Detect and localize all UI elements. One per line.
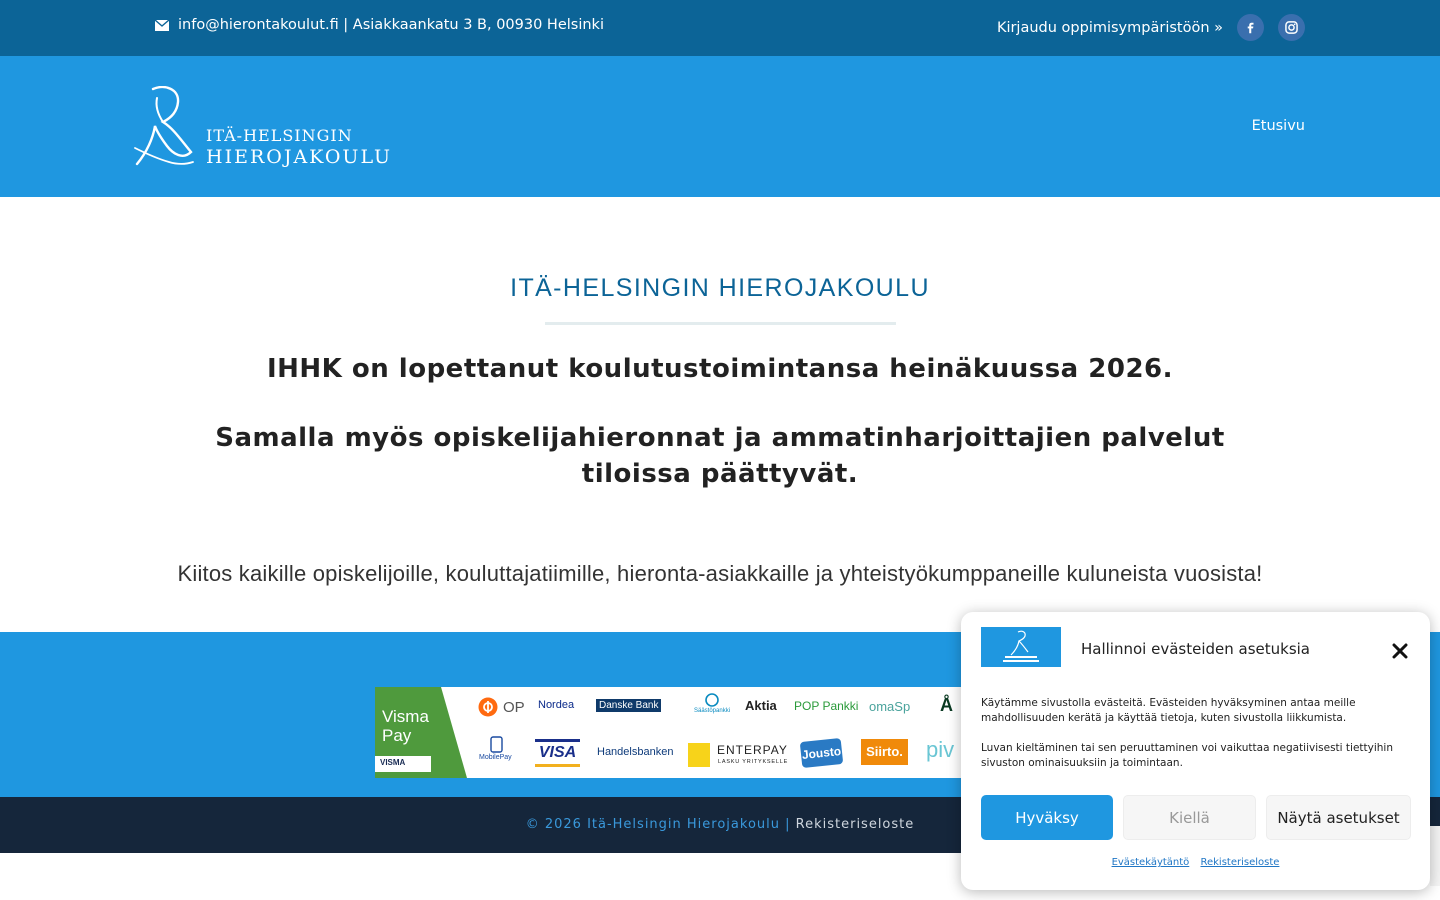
- bank-omasp: omaSp: [869, 699, 911, 714]
- cookie-description: Käytämme sivustolla evästeitä. Evästeide…: [981, 697, 1356, 724]
- top-bar: info@hierontakoulut.fi | Asiakkaankatu 3…: [0, 0, 1440, 56]
- cookie-register-link[interactable]: Rekisteriseloste: [1200, 857, 1279, 868]
- mobilepay-logo-icon: [490, 736, 503, 753]
- logo-figure-icon: [134, 86, 194, 166]
- payment-mobilepay: MobilePay: [479, 754, 512, 761]
- payment-visa: VISA: [535, 739, 580, 767]
- accept-button[interactable]: Hyväksy: [981, 795, 1113, 840]
- cookie-warning: Luvan kieltäminen tai sen peruuttaminen …: [981, 742, 1394, 769]
- bank-aktia: Aktia: [745, 698, 777, 713]
- login-link[interactable]: Kirjaudu oppimisympäristöön »: [997, 20, 1223, 36]
- close-icon[interactable]: [1389, 640, 1411, 662]
- site-logo[interactable]: ITÄ-HELSINGIN HIEROJAKOULU: [133, 86, 423, 171]
- bank-saastopankki: Säästöpankki: [694, 708, 731, 714]
- instagram-icon: [1285, 21, 1298, 34]
- op-logo-icon: [478, 697, 498, 717]
- bank-op: OP: [503, 699, 525, 716]
- saastopankki-logo-icon: [705, 693, 719, 707]
- contact-text: info@hierontakoulut.fi | Asiakkaankatu 3…: [178, 17, 604, 33]
- logo-figure-icon: [1003, 630, 1039, 662]
- visma-tag: VISMA: [380, 758, 406, 767]
- cookie-title: Hallinnoi evästeiden asetuksia: [1081, 640, 1310, 658]
- show-settings-button[interactable]: Näytä asetukset: [1266, 795, 1411, 840]
- envelope-icon: [155, 19, 169, 31]
- bank-danske: Danske Bank: [596, 699, 662, 712]
- contact-info: info@hierontakoulut.fi | Asiakkaankatu 3…: [155, 17, 604, 33]
- facebook-button[interactable]: [1237, 14, 1264, 41]
- nav-item-etusivu[interactable]: Etusivu: [1252, 118, 1305, 134]
- payment-enterpay-sub: LASKU YRITYKSELLE: [718, 759, 789, 765]
- visma-pay-label: Visma Pay: [382, 707, 429, 745]
- payment-enterpay: ENTERPAY: [717, 743, 788, 757]
- bank-pop: POP Pankki: [794, 699, 859, 713]
- instagram-button[interactable]: [1278, 14, 1305, 41]
- recaptcha-badge[interactable]: [1430, 826, 1440, 886]
- bank-nordea: Nordea: [538, 699, 575, 711]
- main-content: ITÄ-HELSINGIN HIEROJAKOULU IHHK on lopet…: [0, 197, 1440, 632]
- bank-handelsbanken: Handelsbanken: [597, 746, 674, 758]
- payment-jousto: Jousto: [799, 737, 844, 769]
- cookie-logo: [981, 627, 1061, 667]
- cookie-links: Evästekäytäntö Rekisteriseloste: [961, 857, 1430, 868]
- logo-line2: HIEROJAKOULU: [206, 146, 393, 168]
- title-divider: [545, 322, 896, 325]
- cookie-consent-dialog: Hallinnoi evästeiden asetuksia Käytämme …: [961, 612, 1430, 890]
- bank-alandsbanken-partial: Å: [940, 695, 953, 715]
- closing-headline: IHHK on lopettanut koulutustoimintansa h…: [266, 354, 1174, 384]
- facebook-icon: [1247, 22, 1254, 33]
- payment-enterpay-mark: [688, 743, 710, 767]
- site-header: ITÄ-HELSINGIN HIEROJAKOULU Etusivu: [0, 56, 1440, 197]
- page-title: ITÄ-HELSINGIN HIEROJAKOULU: [510, 274, 930, 302]
- cookie-policy-link[interactable]: Evästekäytäntö: [1112, 857, 1190, 868]
- copyright-text: © 2026 Itä-Helsingin Hierojakoulu |: [525, 817, 791, 832]
- footer-register-link[interactable]: Rekisteriseloste: [796, 817, 915, 832]
- payment-siirto: Siirto.: [861, 739, 908, 765]
- logo-line1: ITÄ-HELSINGIN: [206, 126, 353, 145]
- thanks-text: Kiitos kaikille opiskelijoille, koulutta…: [177, 561, 1263, 586]
- services-headline: Samalla myös opiskelijahieronnat ja amma…: [215, 423, 1225, 489]
- deny-button[interactable]: Kiellä: [1123, 795, 1256, 840]
- payment-pivo-partial: piv: [926, 737, 955, 762]
